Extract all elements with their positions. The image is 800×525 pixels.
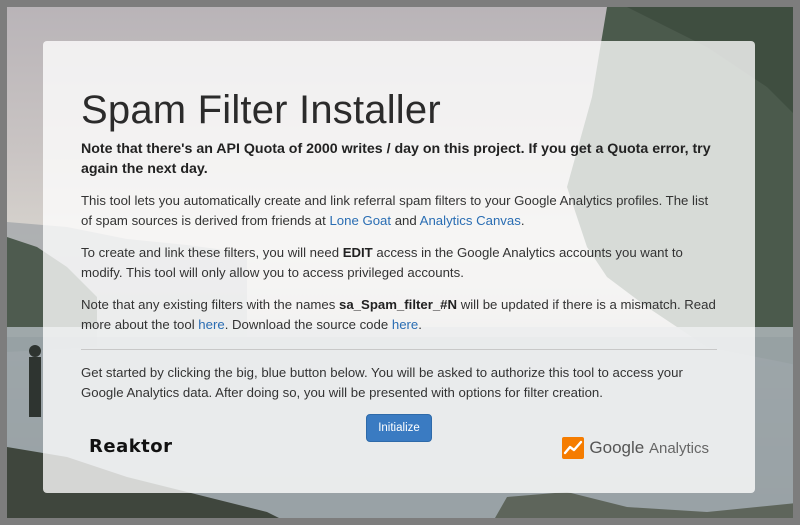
page-title: Spam Filter Installer — [81, 88, 441, 132]
intro-text-between: and — [391, 213, 420, 228]
access-paragraph: To create and link these filters, you wi… — [81, 243, 717, 283]
analytics-canvas-link[interactable]: Analytics Canvas — [420, 213, 521, 228]
filters-note-text-end: . — [418, 317, 422, 332]
installer-card: Spam Filter Installer Note that there's … — [43, 41, 755, 493]
browser-viewport: Spam Filter Installer Note that there's … — [0, 0, 800, 525]
filters-note-text: Note that any existing filters with the … — [81, 297, 340, 312]
filter-name: sa_Spam_filter_#N — [339, 297, 458, 312]
google-wordmark: Google — [589, 438, 645, 457]
google-analytics-logo: Google Analytics — [562, 437, 709, 459]
edit-emphasis: EDIT — [342, 245, 373, 260]
initialize-button[interactable]: Initialize — [366, 414, 432, 442]
intro-text-end: . — [520, 213, 525, 228]
about-tool-link[interactable]: here — [198, 317, 224, 332]
divider — [81, 349, 717, 350]
reaktor-logo: Reaktor — [89, 436, 173, 457]
source-code-link[interactable]: here — [392, 317, 418, 332]
quota-notice: Note that there's an API Quota of 2000 w… — [81, 141, 711, 177]
get-started-paragraph: Get started by clicking the big, blue bu… — [81, 365, 683, 400]
google-analytics-icon — [562, 437, 585, 459]
lone-goat-link[interactable]: Lone Goat — [329, 213, 391, 228]
filters-note-paragraph: Note that any existing filters with the … — [81, 295, 717, 335]
access-text: To create and link these filters, you wi… — [81, 245, 343, 260]
google-analytics-text: Google Analytics — [589, 438, 709, 458]
analytics-wordmark: Analytics — [648, 440, 709, 457]
download-text: . Download the source code — [224, 317, 392, 332]
intro-paragraph: This tool lets you automatically create … — [81, 191, 717, 231]
